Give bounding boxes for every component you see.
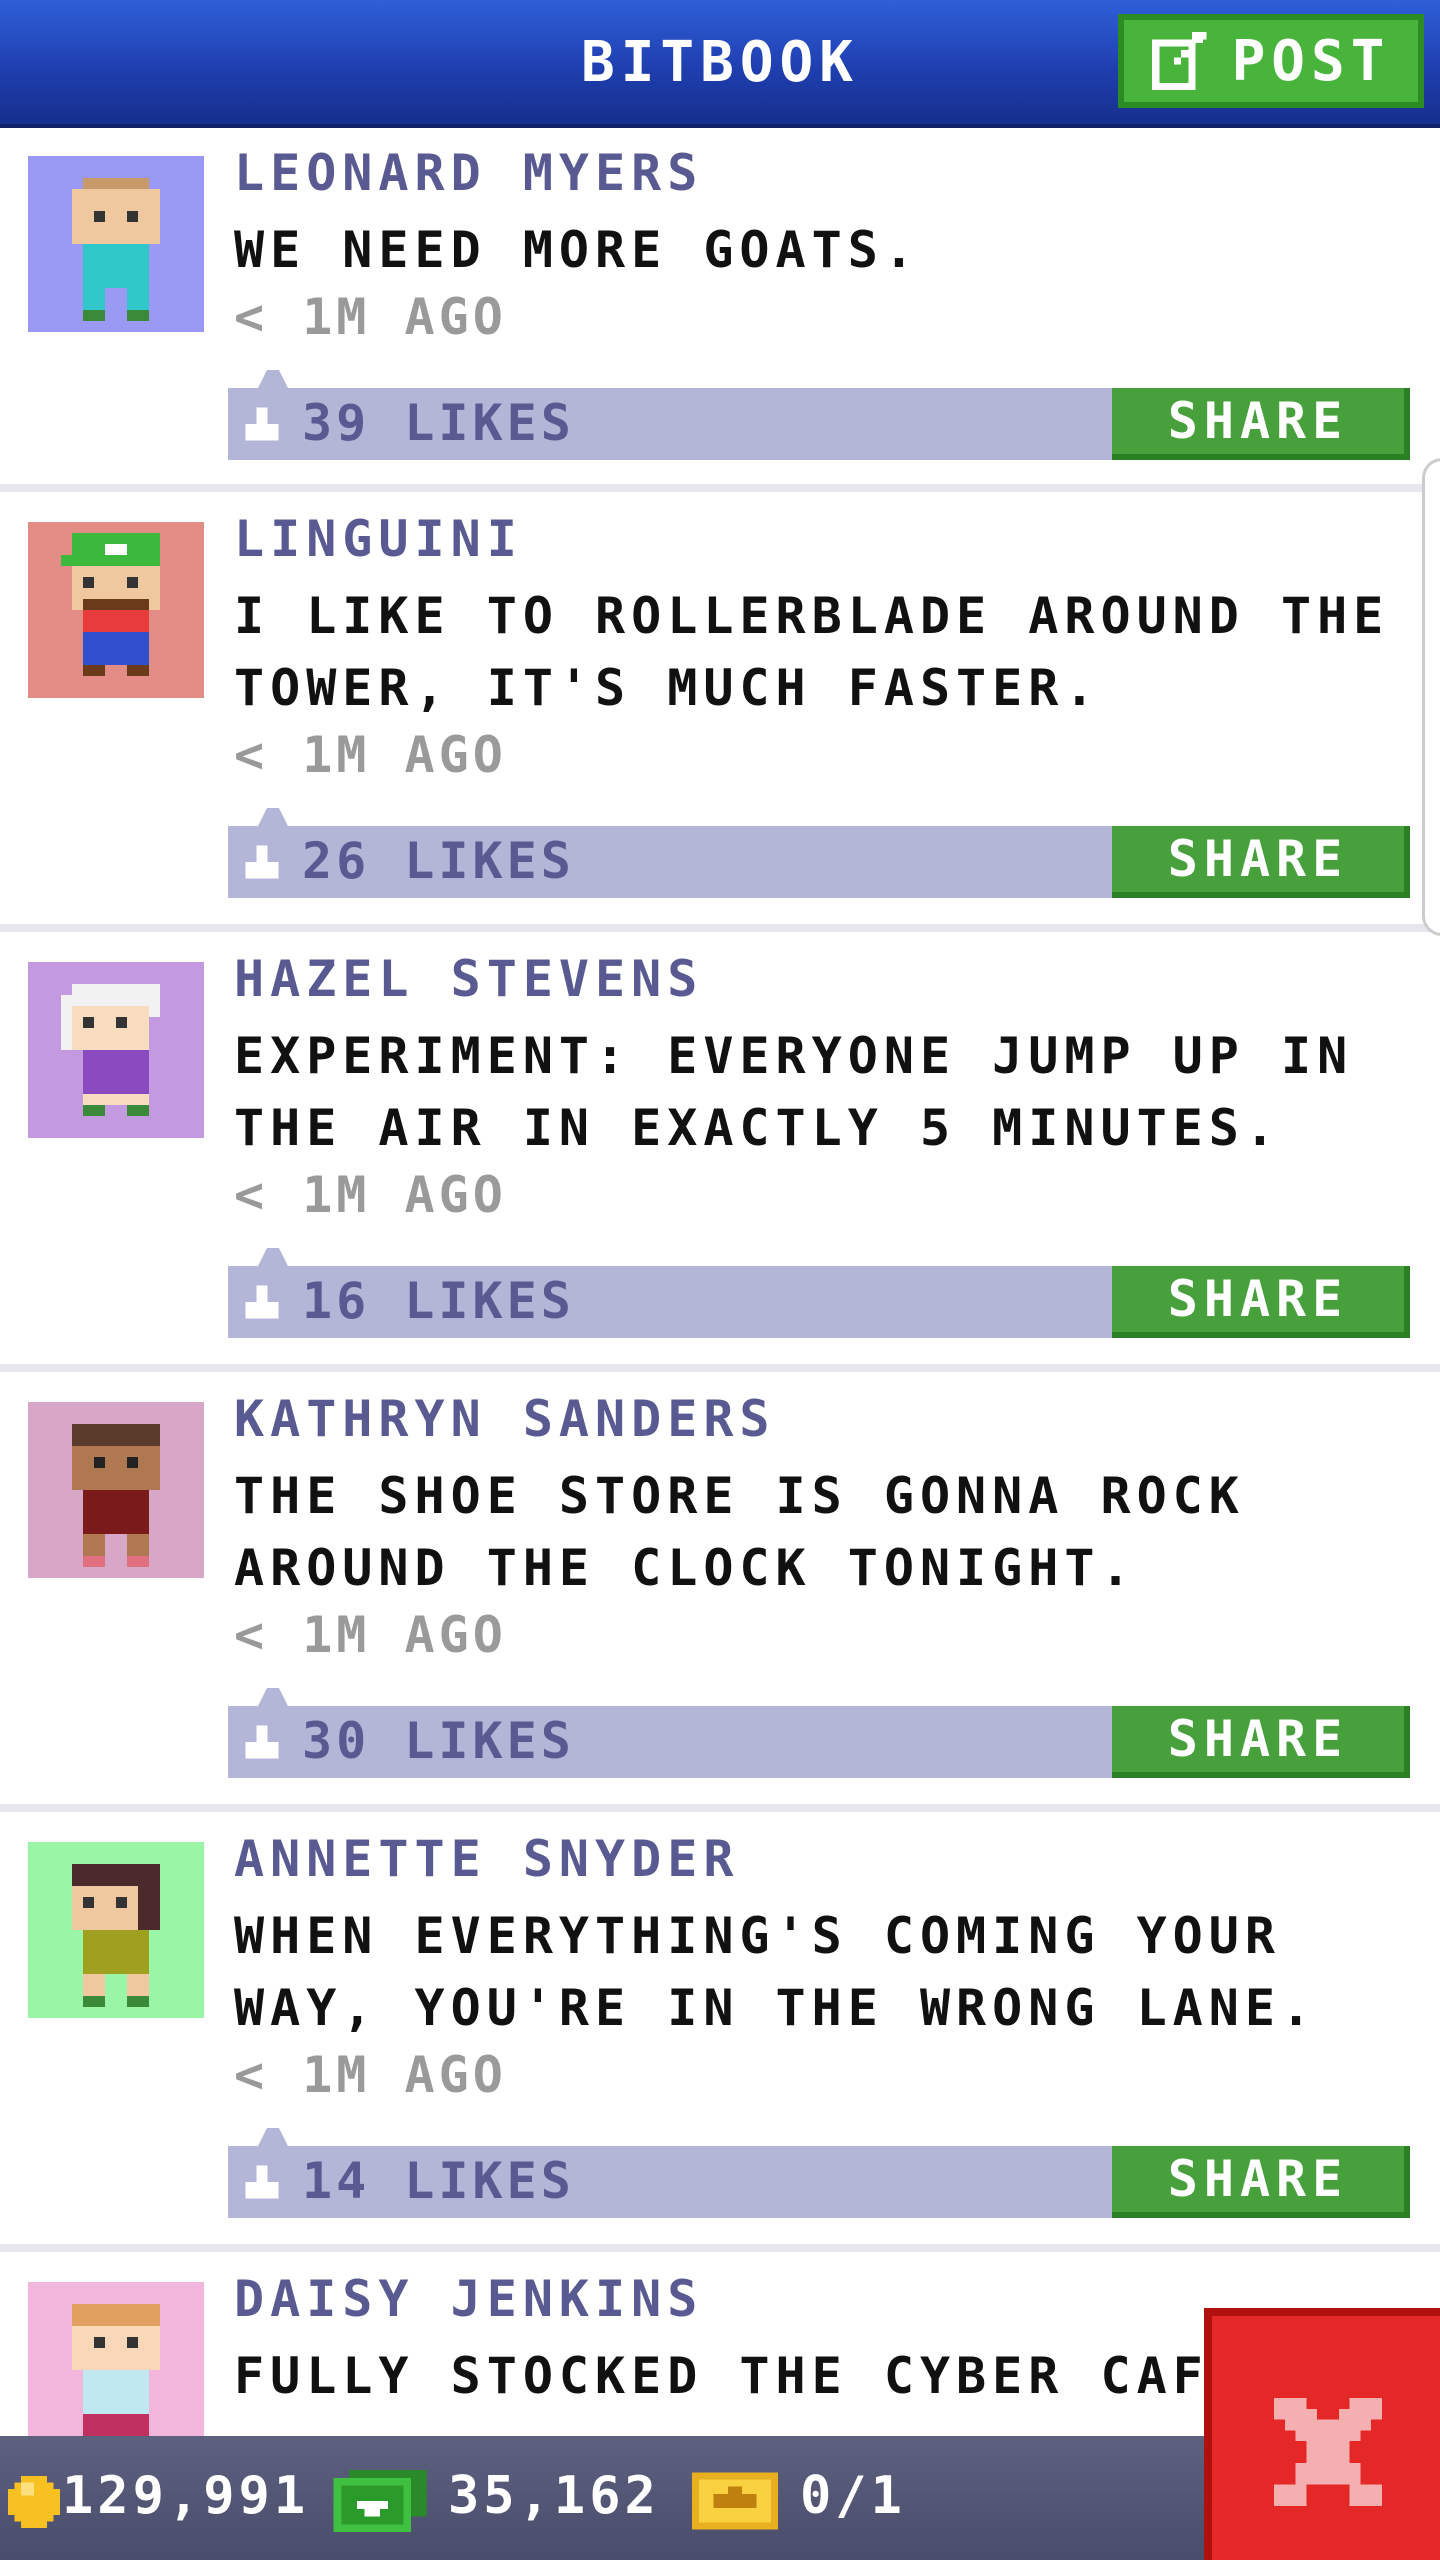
post-label: POST	[1231, 28, 1391, 94]
likes-bar-tab	[258, 370, 288, 388]
post-time: < 1M AGO	[234, 1606, 507, 1664]
post-message: EXPERIMENT: EVERYONE JUMP UP IN THE AIR …	[234, 1027, 1354, 1157]
like-icon[interactable]	[240, 840, 284, 884]
post-author: LEONARD MYERS	[234, 144, 704, 202]
post-button[interactable]: POST	[1118, 14, 1424, 108]
post-message: WHEN EVERYTHING'S COMING YOUR WAY, YOU'R…	[234, 1907, 1318, 2037]
post-time: < 1M AGO	[234, 1166, 507, 1224]
share-button[interactable]: SHARE	[1112, 1706, 1410, 1778]
likes-bar-tab	[258, 1248, 288, 1266]
avatar[interactable]	[28, 522, 204, 698]
likes-count: 14 LIKES	[302, 2152, 575, 2210]
bux-count: 35,162	[448, 2466, 660, 2526]
divider	[0, 2244, 1440, 2252]
coin-count: 129,991	[62, 2466, 310, 2526]
post-time: < 1M AGO	[234, 2046, 507, 2104]
likes-bar: 30 LIKES SHARE	[228, 1688, 1410, 1778]
divider	[0, 1364, 1440, 1372]
post-author: LINGUINI	[234, 510, 523, 568]
like-icon[interactable]	[240, 2160, 284, 2204]
avatar[interactable]	[28, 2282, 204, 2436]
edit-icon	[1151, 32, 1206, 90]
post-author: DAISY JENKINS	[234, 2270, 704, 2328]
share-button[interactable]: SHARE	[1112, 1266, 1410, 1338]
top-bar: BITBOOK POST	[0, 0, 1440, 128]
post-author: ANNETTE SNYDER	[234, 1830, 740, 1888]
likes-bar: 26 LIKES SHARE	[228, 808, 1410, 898]
like-icon[interactable]	[240, 1280, 284, 1324]
post-author: HAZEL STEVENS	[234, 950, 704, 1008]
coin-icon	[8, 2476, 60, 2528]
post-card: LINGUINI I LIKE TO ROLLERBLADE AROUND TH…	[0, 494, 1440, 926]
close-icon	[1274, 2398, 1382, 2506]
divider	[0, 1804, 1440, 1812]
scrollbar[interactable]	[1422, 458, 1440, 936]
like-icon[interactable]	[240, 402, 284, 446]
ticket-icon	[692, 2472, 778, 2530]
likes-count: 30 LIKES	[302, 1712, 575, 1770]
divider	[0, 924, 1440, 932]
likes-bar-tab	[258, 1688, 288, 1706]
like-icon[interactable]	[240, 1720, 284, 1764]
share-button[interactable]: SHARE	[1112, 388, 1410, 460]
post-card: ANNETTE SNYDER WHEN EVERYTHING'S COMING …	[0, 1814, 1440, 2246]
likes-bar-tab	[258, 808, 288, 826]
divider	[0, 484, 1440, 492]
share-button[interactable]: SHARE	[1112, 826, 1410, 898]
share-button[interactable]: SHARE	[1112, 2146, 1410, 2218]
post-author: KATHRYN SANDERS	[234, 1390, 776, 1448]
post-time: < 1M AGO	[234, 726, 507, 784]
post-message: THE SHOE STORE IS GONNA ROCK AROUND THE …	[234, 1467, 1245, 1597]
bux-icon	[333, 2470, 427, 2532]
likes-count: 39 LIKES	[302, 394, 575, 452]
close-button[interactable]	[1204, 2308, 1440, 2560]
ticket-count: 0/1	[800, 2466, 906, 2526]
likes-bar: 16 LIKES SHARE	[228, 1248, 1410, 1338]
likes-bar: 39 LIKES SHARE	[228, 370, 1410, 460]
avatar[interactable]	[28, 962, 204, 1138]
avatar[interactable]	[28, 156, 204, 332]
avatar[interactable]	[28, 1402, 204, 1578]
likes-bar: 14 LIKES SHARE	[228, 2128, 1410, 2218]
post-message: I LIKE TO ROLLERBLADE AROUND THE TOWER, …	[234, 587, 1390, 717]
post-message: FULLY STOCKED THE CYBER CAFE	[234, 2347, 1214, 2405]
post-time: < 1M AGO	[234, 288, 507, 346]
post-message: WE NEED MORE GOATS.	[234, 221, 920, 279]
post-card: HAZEL STEVENS EXPERIMENT: EVERYONE JUMP …	[0, 934, 1440, 1366]
likes-bar-tab	[258, 2128, 288, 2146]
likes-count: 16 LIKES	[302, 1272, 575, 1330]
likes-count: 26 LIKES	[302, 832, 575, 890]
avatar[interactable]	[28, 1842, 204, 2018]
post-card: KATHRYN SANDERS THE SHOE STORE IS GONNA …	[0, 1374, 1440, 1806]
